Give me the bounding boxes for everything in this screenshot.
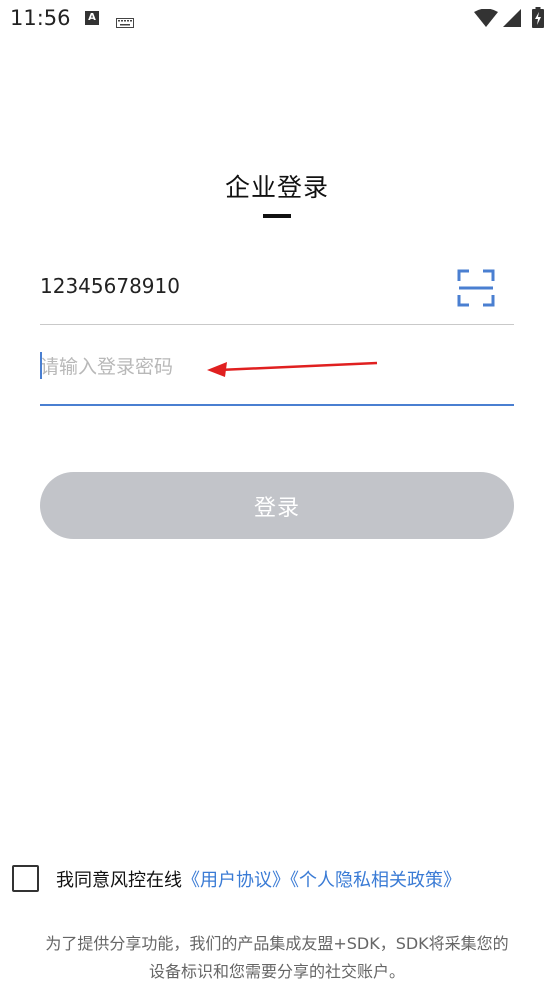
title-underline (263, 214, 291, 218)
account-divider (40, 324, 514, 325)
scan-icon[interactable] (457, 269, 495, 307)
sdk-notice-line-1: 为了提供分享功能，我们的产品集成友盟+SDK，SDK将采集您的 (45, 934, 509, 953)
login-screen: 11:56 A 企业登录 12345678910 登录 我同意风控在线《用户协议… (0, 0, 554, 984)
status-time: 11:56 (10, 6, 71, 30)
user-agreement-link[interactable]: 《用户协议》 (182, 870, 290, 891)
agreement-checkbox[interactable] (12, 865, 39, 892)
battery-icon (532, 7, 544, 32)
agreement-text: 我同意风控在线 (56, 870, 182, 891)
signal-icon (503, 9, 521, 31)
agreement-row: 我同意风控在线《用户协议》《个人隐私相关政策》 (56, 866, 461, 892)
privacy-policy-link[interactable]: 《个人隐私相关政策》 (290, 870, 461, 891)
text-cursor (40, 352, 42, 379)
status-bar: 11:56 A (0, 0, 554, 36)
annotation-arrow-icon (205, 356, 380, 384)
password-divider (40, 404, 514, 406)
keyboard-icon (116, 13, 134, 32)
page-title: 企业登录 (224, 173, 329, 202)
wifi-icon (474, 8, 498, 31)
sdk-notice: 为了提供分享功能，我们的产品集成友盟+SDK，SDK将采集您的 设备标识和您需要… (0, 930, 554, 984)
account-field[interactable]: 12345678910 (40, 274, 180, 298)
sdk-notice-line-2: 设备标识和您需要分享的社交账户。 (148, 962, 405, 981)
login-button[interactable]: 登录 (40, 472, 514, 539)
a-notification-icon: A (85, 11, 99, 25)
